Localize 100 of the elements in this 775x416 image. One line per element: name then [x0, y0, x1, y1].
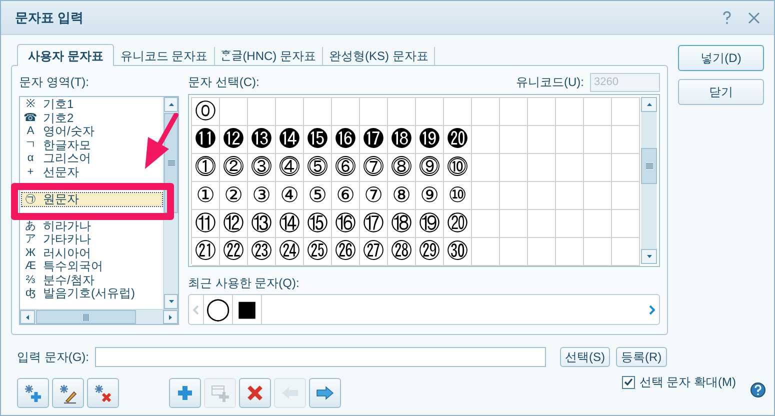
list-item[interactable]: Æ 특수외국어: [22, 260, 103, 274]
character-cell[interactable]: ⓬: [220, 126, 248, 154]
character-cell[interactable]: ⓾: [444, 154, 472, 182]
character-cell[interactable]: ⓹: [304, 154, 332, 182]
character-cell[interactable]: ⑲: [416, 210, 444, 238]
character-cell[interactable]: ⓳: [416, 126, 444, 154]
list-item[interactable]: Ж 러시아어: [22, 246, 91, 260]
character-cell[interactable]: ⓸: [276, 154, 304, 182]
character-cell[interactable]: ⓫: [192, 126, 220, 154]
character-cell[interactable]: ⑧: [388, 182, 416, 210]
character-cell[interactable]: ⑪: [192, 210, 220, 238]
list-item[interactable]: ⅔ 분수/첨자: [22, 274, 94, 287]
toolbar-button[interactable]: [169, 378, 201, 408]
character-cell[interactable]: [388, 98, 416, 126]
character-cell[interactable]: [500, 154, 528, 182]
character-cell[interactable]: ⑤: [304, 182, 332, 210]
dialog-button[interactable]: 등록(R): [616, 347, 667, 367]
list-item[interactable]: A 영어/숫자: [22, 125, 94, 138]
character-cell[interactable]: [612, 238, 640, 266]
character-cell[interactable]: [556, 126, 584, 154]
character-cell[interactable]: ㉘: [388, 238, 416, 266]
character-cell[interactable]: ㉑: [192, 238, 220, 266]
list-item[interactable]: + 선문자: [22, 166, 79, 179]
character-cell[interactable]: [416, 98, 444, 126]
character-cell[interactable]: ㉗: [360, 238, 388, 266]
character-cell[interactable]: ⓭: [248, 126, 276, 154]
character-cell[interactable]: [612, 154, 640, 182]
character-cell[interactable]: [584, 154, 612, 182]
character-cell[interactable]: [444, 98, 472, 126]
character-cell[interactable]: ⓪: [192, 98, 220, 126]
character-cell[interactable]: ⑥: [332, 182, 360, 210]
character-cell[interactable]: ⑦: [360, 182, 388, 210]
character-cell[interactable]: [276, 98, 304, 126]
character-cell[interactable]: [528, 210, 556, 238]
list-item[interactable]: α 그리스어: [22, 152, 91, 166]
character-cell[interactable]: [500, 210, 528, 238]
character-cell[interactable]: [500, 182, 528, 210]
character-cell[interactable]: ⓽: [416, 154, 444, 182]
list-item[interactable]: ア 가타카나: [22, 233, 91, 246]
character-cell[interactable]: [500, 126, 528, 154]
toolbar-button[interactable]: [239, 378, 271, 408]
character-cell[interactable]: [528, 126, 556, 154]
character-cell[interactable]: [360, 98, 388, 126]
character-cell[interactable]: ㉖: [332, 238, 360, 266]
character-cell[interactable]: [584, 182, 612, 210]
character-cell[interactable]: [528, 238, 556, 266]
character-cell[interactable]: ㉓: [248, 238, 276, 266]
character-cell[interactable]: ⓷: [248, 154, 276, 182]
scroll-right-button[interactable]: [163, 310, 178, 324]
character-cell[interactable]: ㉙: [416, 238, 444, 266]
toolbar-button[interactable]: [52, 378, 84, 408]
character-cell[interactable]: ⑯: [332, 210, 360, 238]
scroll-down-button[interactable]: [641, 249, 657, 264]
character-cell[interactable]: ⑭: [276, 210, 304, 238]
character-cell[interactable]: [556, 154, 584, 182]
horizontal-scrollbar[interactable]: [20, 309, 178, 324]
character-cell[interactable]: ⓰: [332, 126, 360, 154]
character-cell[interactable]: [612, 98, 640, 126]
character-cell[interactable]: ⓵: [192, 154, 220, 182]
character-cell[interactable]: ◯: [204, 295, 233, 324]
character-cell[interactable]: ㉕: [304, 238, 332, 266]
character-cell[interactable]: [528, 154, 556, 182]
character-cell[interactable]: [612, 210, 640, 238]
dialog-button[interactable]: 넣기(D): [678, 45, 764, 71]
character-cell[interactable]: ⑰: [360, 210, 388, 238]
list-item[interactable]: ※ 기호1: [22, 98, 74, 112]
character-cell[interactable]: ⓲: [388, 126, 416, 154]
character-cell[interactable]: [584, 238, 612, 266]
close-icon[interactable]: [748, 12, 760, 24]
help-icon[interactable]: [750, 382, 766, 398]
character-cell[interactable]: ⓼: [388, 154, 416, 182]
character-cell[interactable]: ⓺: [332, 154, 360, 182]
character-cell[interactable]: [472, 154, 500, 182]
character-cell[interactable]: ⓶: [220, 154, 248, 182]
character-cell[interactable]: ㉚: [444, 238, 472, 266]
scroll-left-button[interactable]: [20, 310, 35, 324]
character-cell[interactable]: ①: [192, 182, 220, 210]
character-cell[interactable]: [556, 238, 584, 266]
character-cell[interactable]: ⓮: [276, 126, 304, 154]
toolbar-button[interactable]: [17, 378, 49, 408]
dialog-button[interactable]: 선택(S): [560, 347, 610, 367]
list-item[interactable]: ㄱ 한글자모: [22, 138, 91, 152]
character-cell[interactable]: [500, 98, 528, 126]
character-cell[interactable]: ⑬: [248, 210, 276, 238]
character-cell[interactable]: [304, 98, 332, 126]
scroll-up-button[interactable]: [164, 97, 178, 112]
toolbar-button[interactable]: [309, 378, 341, 408]
list-item[interactable]: ☎ 기호2: [22, 112, 74, 125]
scrollbar[interactable]: [641, 97, 657, 264]
character-cell[interactable]: [472, 210, 500, 238]
character-cell[interactable]: ⑨: [416, 182, 444, 210]
character-cell[interactable]: [472, 126, 500, 154]
input-field[interactable]: [95, 347, 546, 367]
character-cell[interactable]: ⑳: [444, 210, 472, 238]
list-item[interactable]: ㉠ 원문자: [22, 192, 162, 206]
character-cell[interactable]: [556, 210, 584, 238]
character-cell[interactable]: [472, 182, 500, 210]
dialog-button[interactable]: 닫기: [678, 79, 764, 105]
character-cell[interactable]: [220, 98, 248, 126]
character-cell[interactable]: ③: [248, 182, 276, 210]
